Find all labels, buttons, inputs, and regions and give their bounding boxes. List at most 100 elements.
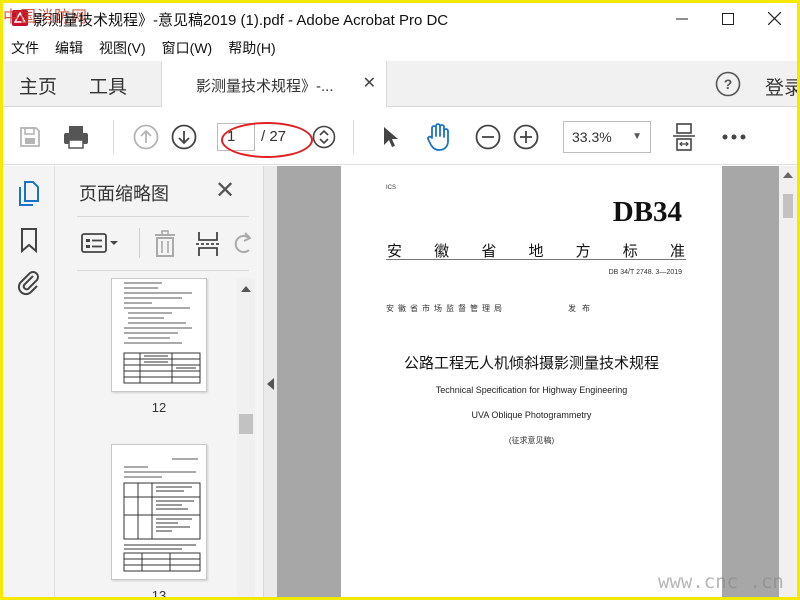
cursor-arrow-icon (384, 127, 398, 147)
chevron-left-icon (267, 378, 274, 390)
close-icon (767, 12, 781, 25)
zoom-select[interactable]: 33.3% ▼ (563, 121, 651, 153)
svg-text:?: ? (724, 76, 733, 92)
trash-icon[interactable] (153, 230, 177, 258)
thumbnail-scrollbar[interactable] (237, 278, 255, 597)
thumbnail-options-icon[interactable] (81, 232, 119, 254)
print-icon (64, 126, 88, 149)
document-view[interactable]: ICS DB34 安 徽 省 地 方 标 准 DB 34/T 2748. 3—2… (277, 166, 797, 597)
page-thumbnails-button[interactable] (15, 180, 43, 208)
chevron-down-icon: ▼ (632, 131, 642, 142)
menu-window[interactable]: 窗口(W) (154, 37, 221, 59)
zoom-out-button[interactable] (473, 122, 503, 152)
menu-file[interactable]: 文件 (3, 37, 47, 59)
heading-char: 安 (387, 243, 403, 260)
scroll-up-icon[interactable] (783, 172, 793, 178)
tab-tools[interactable]: 工具 (89, 72, 127, 99)
panel-toolbar (77, 224, 263, 264)
minimize-button[interactable] (659, 3, 705, 34)
hand-tool-button[interactable] (423, 122, 453, 152)
menu-view[interactable]: 视图(V) (91, 37, 154, 59)
attachments-button[interactable] (15, 268, 43, 296)
menu-help[interactable]: 帮助(H) (220, 37, 283, 59)
rotate-icon[interactable] (233, 230, 251, 258)
panel-separator (139, 228, 140, 258)
tab-document-label: 影测量技术规程》-... (196, 78, 334, 95)
tab-close-button[interactable]: ✕ (363, 73, 376, 93)
arrow-down-circle-icon (171, 124, 197, 150)
scrollbar-thumb[interactable] (783, 194, 793, 218)
standard-code: DB34 (612, 196, 682, 228)
menu-edit[interactable]: 编辑 (47, 37, 91, 59)
bookmarks-button[interactable] (15, 226, 43, 254)
more-tools-button[interactable] (719, 122, 749, 152)
annotation-ellipse (221, 122, 313, 158)
panel-close-button[interactable]: ✕ (215, 176, 235, 205)
maximize-button[interactable] (705, 3, 751, 34)
tab-bar: 主页 工具 影测量技术规程》-... ✕ ? 登录 (3, 61, 797, 107)
thumbnail-page-label: 12 (151, 400, 167, 415)
heading-char: 标 (622, 243, 638, 260)
document-scrollbar[interactable] (779, 166, 797, 597)
province-standard-heading: 安 徽 省 地 方 标 准 (387, 240, 685, 261)
thumbnail-page-12[interactable] (111, 278, 207, 392)
page-thumbnails-icon (19, 181, 39, 206)
print-button[interactable] (61, 122, 91, 152)
previous-page-button[interactable] (131, 122, 161, 152)
save-button[interactable] (15, 122, 45, 152)
heading-char: 方 (575, 243, 591, 260)
select-tool-button[interactable] (375, 122, 405, 152)
toolbar: 1 / 27 33.3% ▼ (3, 108, 797, 165)
hand-icon (427, 123, 449, 151)
arrow-up-circle-icon (133, 124, 159, 150)
thumbnail-content (123, 282, 201, 384)
heading-char: 徽 (434, 243, 450, 260)
draft-note: (征求意见稿) (508, 436, 555, 445)
save-icon (20, 127, 40, 147)
zoom-in-button[interactable] (511, 122, 541, 152)
thumbnail-content (123, 458, 201, 572)
scrollbar-thumb[interactable] (239, 414, 253, 434)
scroll-mode-button[interactable] (309, 122, 339, 152)
paperclip-icon (17, 271, 39, 296)
minimize-icon (676, 18, 688, 19)
document-title-en-line1: Technical Specification for Highway Engi… (435, 385, 628, 395)
scroll-updown-icon (312, 125, 336, 149)
issuing-bureau: 安徽省市场监督管理局 (386, 304, 506, 313)
insert-page-icon[interactable] (195, 230, 221, 258)
panel-title: 页面缩略图 (79, 184, 169, 204)
ics-label: ICS (386, 185, 397, 191)
menu-bar: 文件 编辑 视图(V) 窗口(W) 帮助(H) (3, 37, 797, 59)
thumbnail-page-label: 13 (151, 588, 167, 597)
tab-document[interactable]: 影测量技术规程》-... ✕ (161, 61, 387, 107)
next-page-button[interactable] (169, 122, 199, 152)
standard-number: DB 34/T 2748. 3—2019 (608, 269, 682, 276)
close-window-button[interactable] (751, 3, 797, 34)
heading-char: 准 (669, 243, 685, 260)
toolbar-separator (113, 120, 114, 154)
bookmark-icon (21, 228, 37, 253)
help-icon[interactable]: ? (715, 71, 741, 97)
window-title: 影测量技术规程》-意见稿2019 (1).pdf - Adobe Acrobat… (33, 12, 449, 29)
scroll-up-icon[interactable] (241, 286, 251, 292)
left-rail (3, 166, 55, 597)
tab-home[interactable]: 主页 (19, 72, 57, 99)
login-link[interactable]: 登录 (765, 73, 797, 100)
document-title-cn: 公路工程无人机倾斜摄影测量技术规程 (403, 355, 659, 372)
thumbnail-page-13[interactable] (111, 444, 207, 580)
publish-label: 发布 (568, 304, 596, 313)
zoom-value: 33.3% (572, 129, 612, 145)
fit-page-icon (673, 123, 695, 151)
more-icon (722, 134, 746, 140)
panel-collapse-handle[interactable] (263, 166, 277, 597)
fit-page-button[interactable] (669, 122, 699, 152)
panel-divider (77, 270, 249, 271)
minus-circle-icon (475, 124, 501, 150)
panel-divider (77, 216, 249, 217)
page-thumbnails-panel: 页面缩略图 ✕ 12 13 (55, 166, 263, 597)
heading-char: 省 (481, 243, 497, 260)
header-rule (386, 259, 686, 260)
document-title-en-line2: UVA Oblique Photogrammetry (471, 410, 592, 420)
toolbar-separator (353, 120, 354, 154)
plus-circle-icon (513, 124, 539, 150)
